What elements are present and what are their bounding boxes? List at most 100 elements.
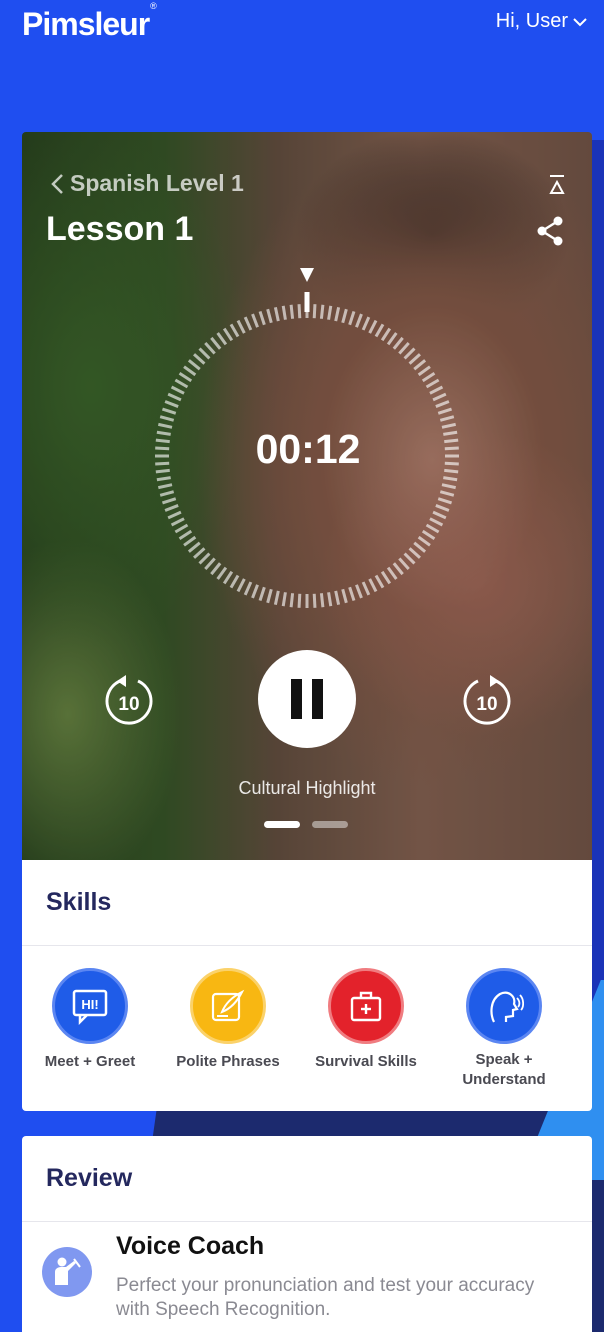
progress-tick [444, 461, 459, 466]
voice-coach-title[interactable]: Voice Coach [116, 1232, 264, 1261]
progress-tick [432, 392, 447, 402]
progress-tick [319, 593, 325, 608]
progress-tick [174, 378, 189, 389]
progress-tick [183, 365, 197, 377]
progress-tick [361, 316, 371, 331]
progress-tick [368, 319, 378, 334]
skills-heading: Skills [46, 888, 112, 916]
skill-survival-skills[interactable]: Survival Skills [298, 968, 434, 1072]
back-to-course-link[interactable]: Spanish Level 1 [50, 170, 244, 197]
progress-tick [374, 323, 385, 338]
skill-badge: HI! [52, 968, 128, 1044]
progress-tick [193, 547, 206, 559]
pager-dot-active[interactable] [264, 821, 300, 828]
pager-dot[interactable] [312, 821, 348, 828]
progress-tick [210, 336, 222, 350]
progress-tick [432, 510, 447, 520]
chevron-left-icon [51, 173, 63, 194]
progress-tick [403, 552, 416, 565]
progress-tick [441, 483, 456, 490]
progress-tick [266, 588, 273, 604]
progress-tick [243, 581, 253, 596]
progress-tick [368, 578, 378, 593]
progress-tick [251, 313, 259, 328]
progress-tick [289, 593, 295, 608]
progress-tick [348, 310, 356, 326]
carousel-pager [264, 821, 348, 828]
pause-icon-bar [312, 679, 323, 719]
progress-tick [334, 307, 341, 322]
progress-tick [417, 535, 431, 547]
share-icon[interactable] [536, 216, 564, 246]
voice-coach-avatar[interactable] [42, 1247, 92, 1297]
progress-tick [198, 552, 211, 565]
progress-tick [408, 547, 421, 559]
skill-label: Meet + Greet [44, 1053, 136, 1070]
progress-tick [417, 365, 431, 377]
progress-tick [161, 407, 177, 415]
progress-tick [421, 371, 436, 383]
progress-tick [251, 584, 259, 599]
progress-tick [170, 517, 185, 527]
minimize-icon[interactable] [548, 174, 566, 196]
progress-tick [187, 541, 201, 553]
progress-tick [341, 588, 348, 604]
skip-back-button[interactable]: 10 [102, 672, 156, 730]
divider [22, 1221, 592, 1222]
progress-tick [441, 422, 456, 429]
progress-tick [380, 570, 392, 585]
progress-tick [437, 497, 453, 505]
progress-tick [281, 305, 287, 320]
progress-tick [273, 590, 280, 605]
progress-tick [155, 446, 170, 451]
progress-tick [348, 586, 356, 602]
progress-tick [380, 327, 392, 342]
progress-tick [216, 566, 228, 580]
lesson-title: Lesson 1 [46, 210, 194, 248]
chevron-down-icon [573, 17, 587, 26]
progress-tick [443, 430, 458, 436]
progress-tick [210, 562, 222, 576]
progress-tick [158, 483, 173, 490]
progress-tick [222, 570, 234, 585]
skip-forward-label: 10 [476, 694, 497, 715]
skill-speak-understand[interactable]: Speak + Understand [436, 968, 572, 1090]
progress-tick [425, 523, 440, 534]
progress-tick [312, 593, 317, 608]
progress-tick [327, 305, 333, 320]
progress-tick [183, 535, 197, 547]
skill-label: Speak + Understand [462, 1051, 546, 1088]
trademark-mark: ® [150, 1, 157, 12]
progress-tick [155, 461, 170, 466]
progress-tick [170, 385, 185, 395]
speech-bubble-hi-icon: HI! [72, 989, 108, 1025]
progress-tick [444, 446, 459, 451]
pause-button[interactable] [258, 650, 356, 748]
progress-tick [187, 359, 201, 371]
pimsleur-logo[interactable]: Pimsleur® [22, 1, 157, 43]
progress-tick [439, 415, 455, 422]
skill-meet-greet[interactable]: HI! Meet + Greet [22, 968, 158, 1072]
skill-badge [328, 968, 404, 1044]
progress-tick [155, 468, 170, 474]
progress-tick [236, 578, 246, 593]
skip-forward-button[interactable]: 10 [460, 672, 514, 730]
progress-tick [281, 592, 287, 607]
progress-tick [429, 517, 444, 527]
progress-tick [266, 308, 273, 324]
progress-tick [361, 581, 371, 596]
progress-tick [161, 497, 177, 505]
progress-tick [216, 332, 228, 346]
progress-tick [204, 342, 216, 355]
skill-polite-phrases[interactable]: Polite Phrases [160, 968, 296, 1072]
progress-tick [319, 304, 325, 319]
quill-icon [211, 989, 245, 1022]
progress-tick [386, 332, 398, 346]
lesson-player-card: Spanish Level 1 Lesson 1 00:12 10 10 Cul… [22, 132, 592, 860]
user-menu[interactable]: Hi, User [496, 10, 588, 33]
head-speaking-icon [490, 991, 524, 1023]
progress-tick [437, 407, 453, 415]
progress-tick [444, 468, 459, 474]
skill-label: Polite Phrases [176, 1053, 280, 1070]
progress-tick [355, 313, 363, 328]
